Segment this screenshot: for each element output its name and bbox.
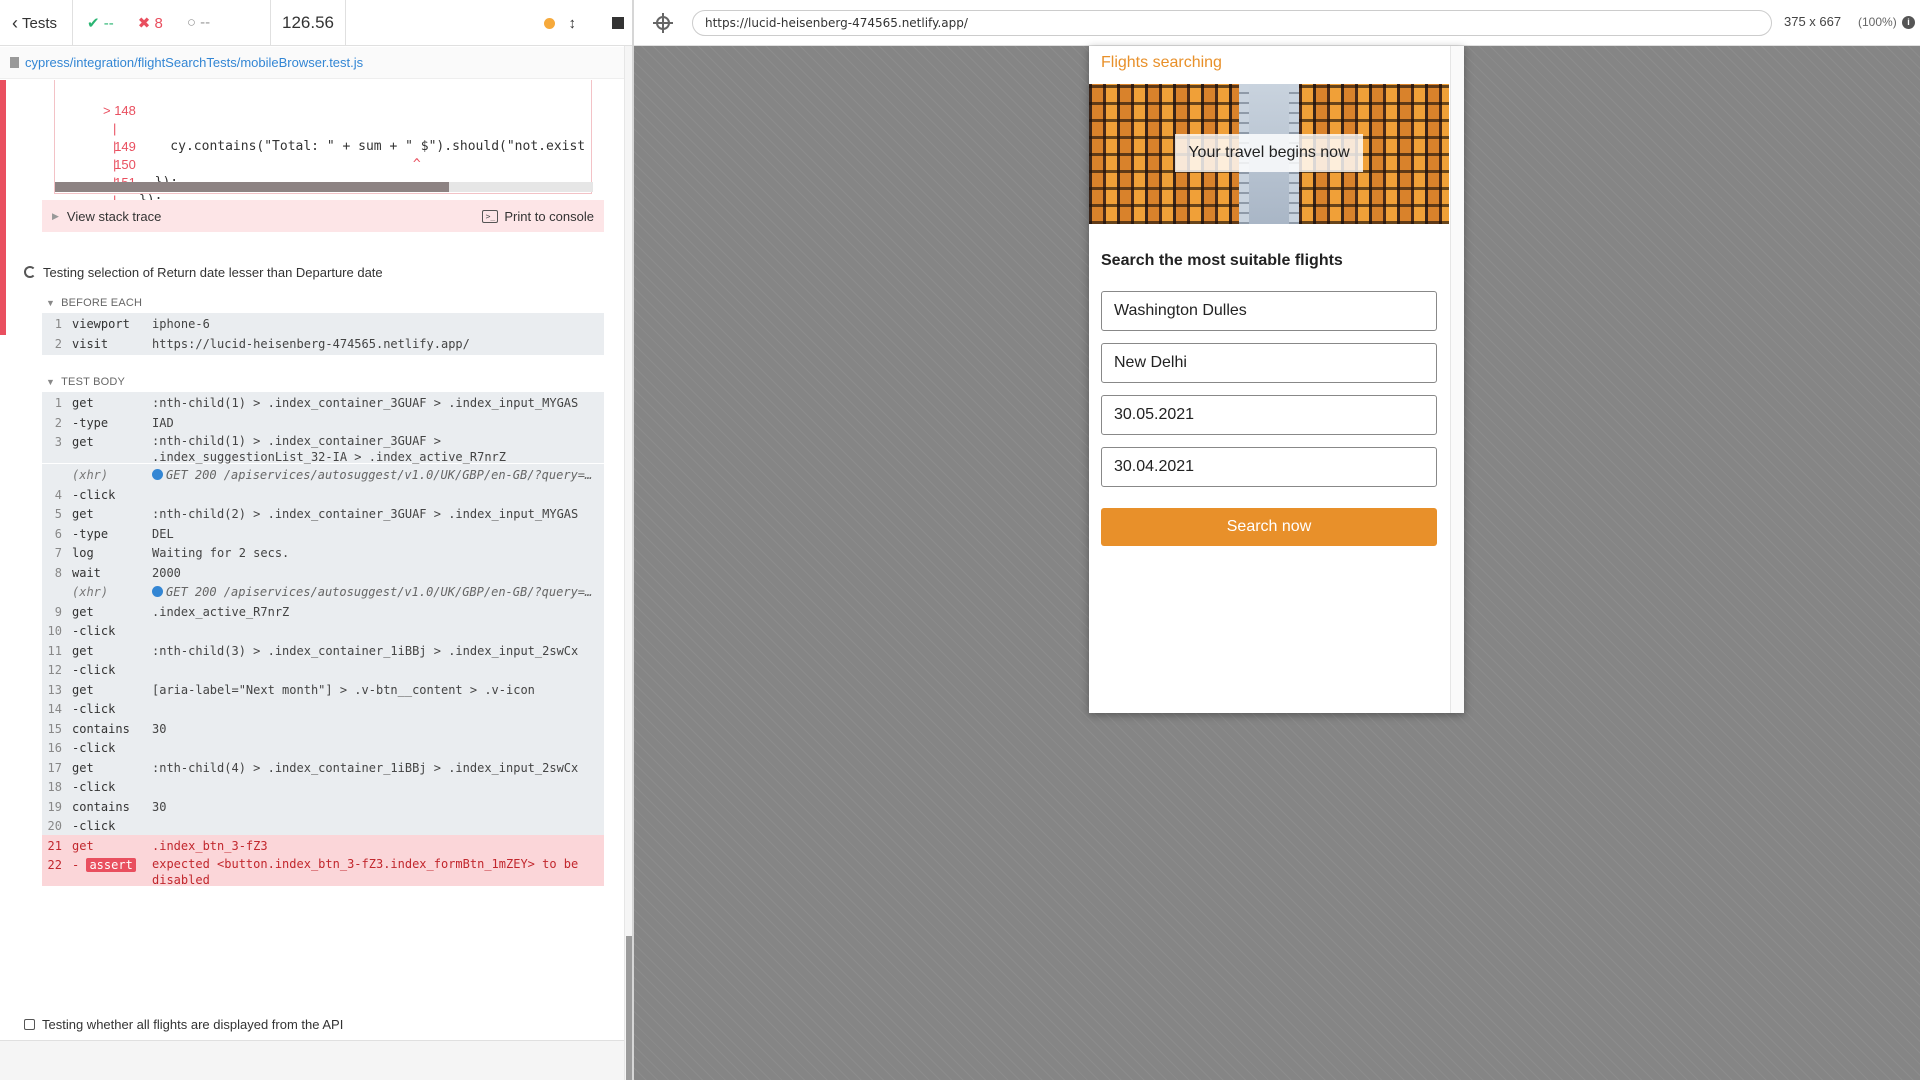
selector-playground-icon[interactable] <box>653 13 673 33</box>
code-line-number: > 148 <box>103 103 136 118</box>
app-scrollbar[interactable] <box>1450 46 1464 713</box>
xhr-url: GET 200 /apiservices/autosuggest/v1.0/UK… <box>166 468 593 482</box>
pending-count: ○ -- <box>187 14 210 31</box>
app-under-test-frame: Flights searching Your travel begins now… <box>1089 46 1464 713</box>
test-title-label: Testing whether all flights are displaye… <box>42 1016 344 1032</box>
return-date-input[interactable]: 30.04.2021 <box>1101 447 1437 487</box>
run-controls: ↕ <box>346 0 634 46</box>
runnables-list: > 148 | cy.contains("Total: " + sum + " … <box>0 80 624 1040</box>
view-stack-trace-toggle[interactable]: ▶ View stack trace <box>52 209 161 224</box>
test-title-all-flights[interactable]: Testing whether all flights are displaye… <box>24 1014 343 1034</box>
error-footer: ▶ View stack trace >_ Print to console <box>42 200 604 232</box>
reporter-footer <box>0 1040 624 1080</box>
back-to-tests-label: Tests <box>22 14 58 32</box>
aut-url-bar[interactable]: https://lucid-heisenberg-474565.netlify.… <box>692 10 1772 36</box>
viewport-size: 375 x 667 <box>1784 14 1842 29</box>
before-each-label: BEFORE EACH <box>61 297 143 309</box>
aut-header: https://lucid-heisenberg-474565.netlify.… <box>634 0 1920 46</box>
command-name: visit <box>72 336 109 351</box>
command-row[interactable]: 22 - assert expected <button.index_btn_3-f… <box>42 854 604 887</box>
error-indicator-bar <box>0 80 6 335</box>
xhr-status-icon <box>152 586 163 597</box>
viewport-scale: (100%) <box>1858 15 1897 29</box>
view-stack-trace-label: View stack trace <box>66 208 162 224</box>
command-message: https://lucid-heisenberg-474565.netlify.… <box>152 336 470 351</box>
triangle-right-icon: ▶ <box>52 210 59 221</box>
test-title-label: Testing selection of Return date lesser … <box>43 264 383 280</box>
assert-badge: assert <box>86 858 136 872</box>
stop-button[interactable] <box>612 17 624 29</box>
code-text: ^ <box>139 157 421 172</box>
command-message: expected <button.index_btn_3-fZ3.index_f… <box>152 857 579 887</box>
pending-value: -- <box>200 14 211 31</box>
code-line: 149 | }); <box>55 120 178 190</box>
code-horizontal-scrollbar[interactable] <box>55 182 593 192</box>
info-icon[interactable]: i <box>1902 16 1915 29</box>
before-each-header[interactable]: ▼ BEFORE EACH <box>46 295 142 311</box>
reporter-header: ‹ Tests ✔ -- ✖ 8 ○ -- 126.56 ↕ <box>0 0 634 46</box>
print-to-console-label: Print to console <box>504 208 594 224</box>
from-airport-input[interactable]: Washington Dulles <box>1101 291 1437 331</box>
passed-value: -- <box>103 14 114 32</box>
print-to-console-button[interactable]: >_ Print to console <box>482 209 594 224</box>
test-title-return-date[interactable]: Testing selection of Return date lesser … <box>24 262 383 282</box>
xhr-status-icon <box>152 469 163 480</box>
code-pipe: | <box>113 121 117 136</box>
duration: 126.56 <box>271 0 346 46</box>
command-number: 2 <box>54 336 62 351</box>
command-name: get <box>72 435 94 449</box>
triangle-down-icon: ▼ <box>46 298 56 308</box>
test-stats: ✔ -- ✖ 8 ○ -- <box>73 0 271 45</box>
form-heading: Search the most suitable flights <box>1101 252 1343 269</box>
spec-path-bar: cypress/integration/flightSearchTests/mo… <box>0 47 634 79</box>
command-name: - assert <box>72 854 136 877</box>
spec-path-link[interactable]: cypress/integration/flightSearchTests/mo… <box>25 55 363 70</box>
pending-square-icon <box>24 1018 35 1030</box>
command-row[interactable]: 2 visit https://lucid-heisenberg-474565.ne… <box>42 332 604 356</box>
circle-icon: ○ <box>186 14 196 31</box>
code-line: > 148 | cy.contains("Total: " + sum + " … <box>55 84 585 154</box>
auto-scroll-toggle-icon[interactable]: ↕ <box>569 15 577 32</box>
check-icon: ✔ <box>87 14 100 32</box>
x-icon: ✖ <box>137 14 151 32</box>
to-airport-input[interactable]: New Delhi <box>1101 343 1437 383</box>
code-line: | ^ <box>55 102 421 172</box>
search-now-button[interactable]: Search now <box>1101 508 1437 546</box>
reporter-panel: ‹ Tests ✔ -- ✖ 8 ○ -- 126.56 ↕ cypress/i… <box>0 0 634 1080</box>
xhr-url: GET 200 /apiservices/autosuggest/v1.0/UK… <box>166 585 593 599</box>
command-number: 3 <box>54 435 62 449</box>
failed-count: ✖ 8 <box>138 14 163 32</box>
code-line-number: 149 <box>114 139 136 154</box>
code-line: 151 | <box>55 156 136 208</box>
running-spinner-icon <box>24 266 36 278</box>
code-scrollbar-thumb[interactable] <box>55 182 449 192</box>
triangle-down-icon: ▼ <box>46 377 56 387</box>
code-text: cy.contains("Total: " + sum + " $").shou… <box>139 139 586 154</box>
chevron-left-icon: ‹ <box>12 12 18 33</box>
hero-caption: Your travel begins now <box>1175 134 1363 172</box>
code-line: 150 | }); <box>55 138 162 208</box>
hero-image: Your travel begins now <box>1089 84 1449 224</box>
command-number: 22 <box>47 858 62 872</box>
code-line-number: 150 <box>114 157 136 172</box>
departure-date-input[interactable]: 30.05.2021 <box>1101 395 1437 435</box>
app-title: Flights searching <box>1101 54 1222 71</box>
back-to-tests-button[interactable]: ‹ Tests <box>0 0 73 46</box>
failed-value: 8 <box>154 14 163 32</box>
running-indicator-icon <box>543 17 555 29</box>
test-body-label: TEST BODY <box>61 376 126 388</box>
code-frame: > 148 | cy.contains("Total: " + sum + " … <box>54 80 593 208</box>
command-message: :nth-child(1) > .index_container_3GUAF >… <box>152 434 507 464</box>
test-body-header[interactable]: ▼ TEST BODY <box>46 374 125 390</box>
command-row[interactable]: 3 get :nth-child(1) > .index_container_3GU… <box>42 431 604 464</box>
terminal-icon: >_ <box>482 209 499 223</box>
passed-count: ✔ -- <box>87 14 114 32</box>
file-icon <box>10 57 19 68</box>
